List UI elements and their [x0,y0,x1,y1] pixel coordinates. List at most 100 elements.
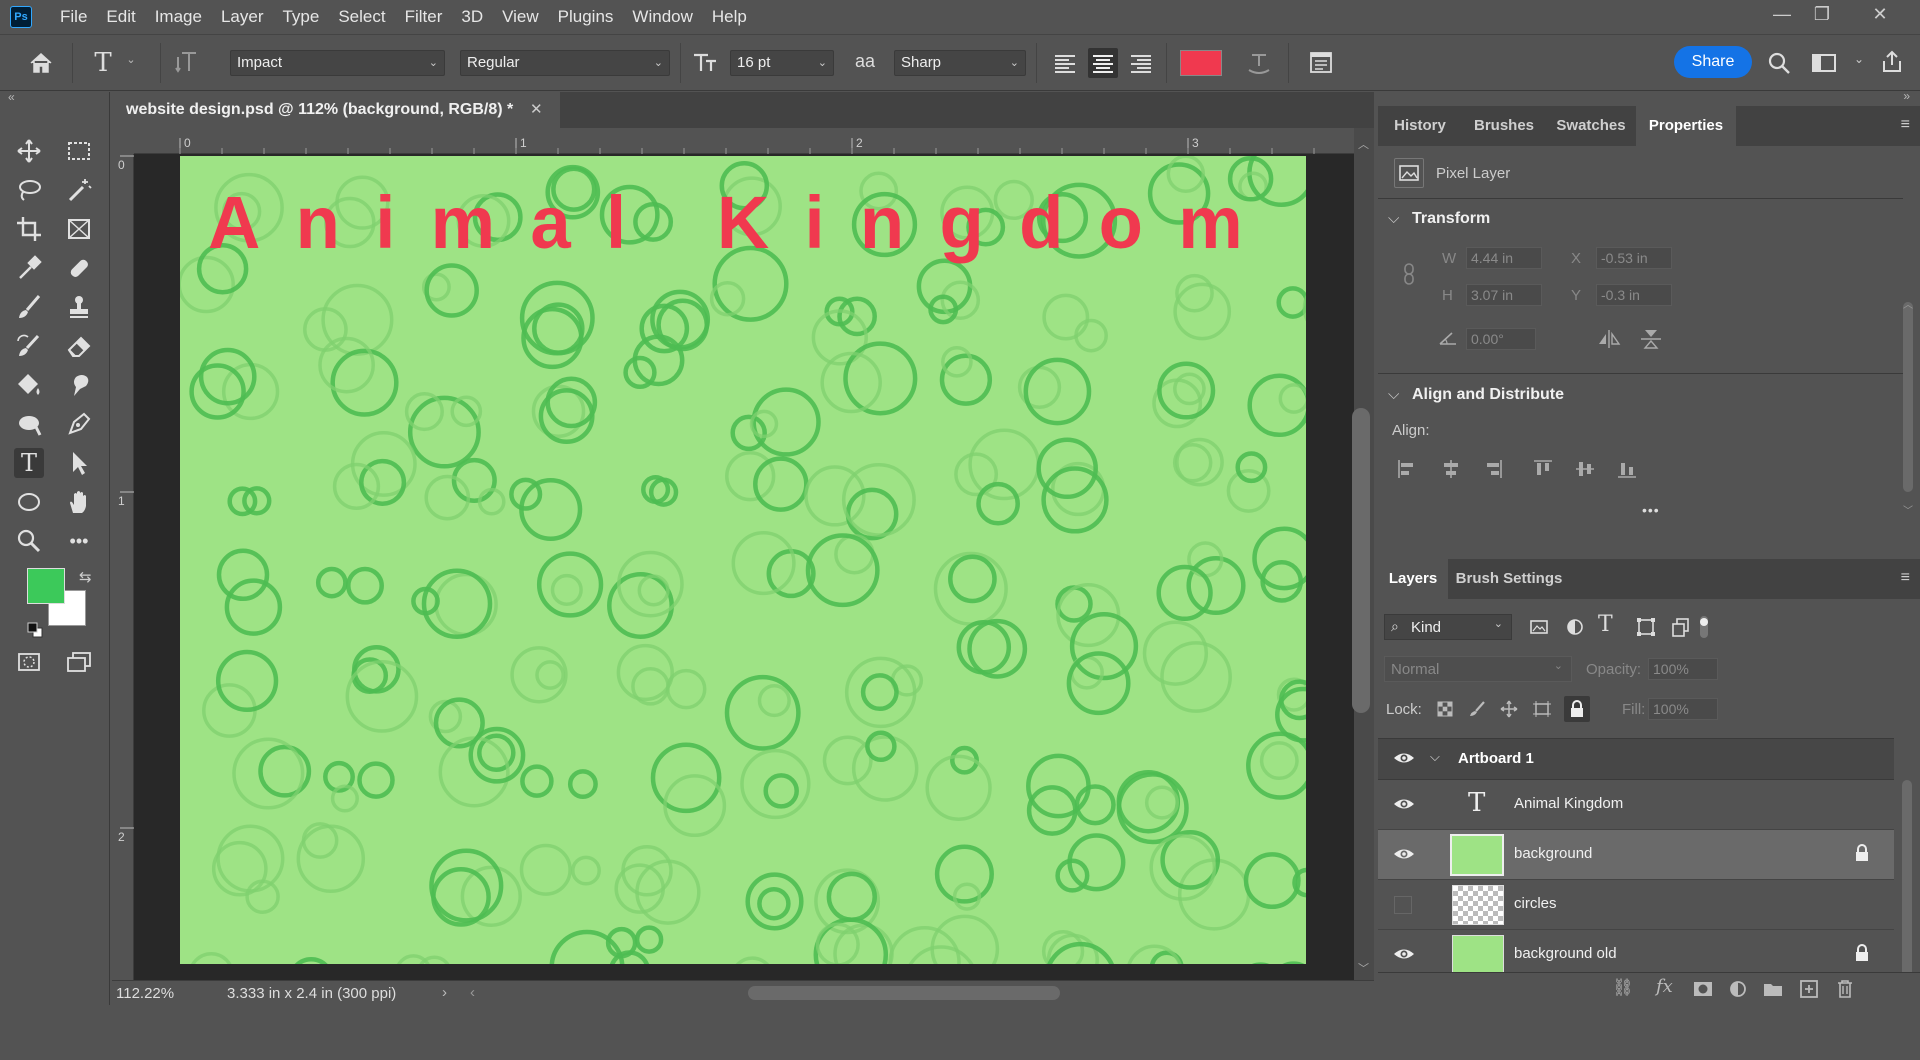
menu-file[interactable]: File [60,7,87,27]
menu-edit[interactable]: Edit [106,7,135,27]
swap-colors-icon[interactable]: ⇆ [79,568,92,586]
filter-type-icon[interactable]: T [1598,612,1620,638]
eye-icon[interactable] [1392,944,1416,964]
fx-icon[interactable]: fx [1656,976,1673,997]
font-family-select[interactable]: Impact⌄ [230,50,445,76]
layer-group-artboard[interactable]: ⌵ Artboard 1 [1378,738,1894,780]
flip-vertical-icon[interactable] [1638,328,1664,350]
flip-horizontal-icon[interactable] [1596,328,1622,350]
add-mask-icon[interactable] [1692,979,1714,999]
menu-view[interactable]: View [502,7,539,27]
filter-pixel-icon[interactable] [1528,616,1550,638]
angle-field[interactable]: 0.00° [1466,328,1536,350]
type-tool-icon[interactable]: T [14,448,44,478]
y-field[interactable]: -0.3 in [1596,284,1672,306]
x-field[interactable]: -0.53 in [1596,247,1672,269]
pen-tool-icon[interactable] [64,409,94,439]
lock-icon[interactable] [1854,944,1870,962]
lock-transparent-pixels-icon[interactable] [1436,700,1454,718]
link-layers-icon[interactable]: ⛓ [1612,978,1634,998]
more-options-icon[interactable]: ••• [1642,502,1660,518]
tab-layers[interactable]: Layers [1378,559,1448,599]
artboard-canvas[interactable]: Animal Kingdom [180,156,1306,964]
foreground-color-swatch[interactable] [27,568,65,604]
align-vertical-centers-icon[interactable] [1574,458,1596,480]
menu-plugins[interactable]: Plugins [558,7,614,27]
eye-icon[interactable] [1392,844,1416,864]
layers-scrollbar[interactable] [1896,740,1918,1060]
restore-button[interactable]: ❐ [1802,4,1842,28]
toggle-text-orientation-icon[interactable] [172,47,202,77]
opacity-field[interactable]: 100% [1648,658,1718,680]
chevron-down-icon[interactable]: ⌵ [1430,749,1440,765]
clone-stamp-tool-icon[interactable] [64,292,94,322]
text-color-swatch[interactable] [1180,50,1222,76]
path-selection-tool-icon[interactable] [64,448,94,478]
align-center-icon[interactable] [1088,48,1118,78]
panel-menu-icon[interactable]: ≡ [1901,116,1910,134]
align-right-icon[interactable] [1126,48,1156,78]
dodge-tool-icon[interactable] [14,409,44,439]
menu-3d[interactable]: 3D [461,7,483,27]
tab-history[interactable]: History [1378,106,1462,146]
search-icon[interactable] [1766,50,1792,76]
menu-type[interactable]: Type [282,7,319,27]
filter-toggle-icon[interactable] [1698,614,1710,640]
minimize-button[interactable]: — [1762,4,1802,28]
eye-icon[interactable] [1392,748,1416,768]
hand-tool-icon[interactable] [64,487,94,517]
horizontal-ruler[interactable]: 0 1 2 3 [134,128,1354,154]
lock-icon[interactable] [1854,844,1870,862]
menu-select[interactable]: Select [338,7,385,27]
eyedropper-tool-icon[interactable] [14,253,44,283]
chevron-down-icon[interactable]: ⌄ [124,53,138,66]
folder-icon[interactable] [1762,979,1784,999]
zoom-tool-icon[interactable] [14,526,44,556]
lock-artboard-icon[interactable] [1532,700,1552,718]
workspace-icon[interactable] [1810,50,1840,76]
menu-layer[interactable]: Layer [221,7,264,27]
more-tools-icon[interactable]: ••• [64,526,94,556]
vertical-scroll-thumb[interactable] [1352,408,1370,713]
scroll-down-icon[interactable]: ﹀ [1358,960,1369,976]
filter-shape-icon[interactable] [1635,616,1657,638]
lock-all-icon[interactable] [1564,696,1590,722]
font-size-select[interactable]: 16 pt⌄ [730,50,834,76]
width-field[interactable]: 4.44 in [1466,247,1542,269]
link-icon[interactable] [1402,262,1416,286]
align-left-icon[interactable] [1050,48,1080,78]
tab-brushes[interactable]: Brushes [1462,106,1546,146]
menu-filter[interactable]: Filter [405,7,443,27]
default-colors-icon[interactable] [27,622,43,638]
visibility-toggle-off[interactable] [1394,896,1412,914]
filter-adjustment-icon[interactable] [1564,616,1586,638]
chevron-down-icon[interactable]: ⌵ [1388,386,1399,403]
chevron-down-icon[interactable]: ⌄ [1852,52,1866,66]
tab-swatches[interactable]: Swatches [1546,106,1636,146]
chevron-right-icon[interactable]: › [442,984,447,1001]
ellipse-tool-icon[interactable] [14,487,44,517]
collapse-panel-icon[interactable]: « [8,90,15,104]
marquee-tool-icon[interactable] [64,136,94,166]
align-horizontal-centers-icon[interactable] [1440,458,1462,480]
horizontal-scroll-thumb[interactable] [748,986,1060,1000]
fill-field[interactable]: 100% [1648,698,1718,720]
menu-help[interactable]: Help [712,7,747,27]
move-tool-icon[interactable] [14,136,44,166]
warp-text-icon[interactable] [1244,48,1274,78]
align-top-edges-icon[interactable] [1532,458,1554,480]
tab-brush-settings[interactable]: Brush Settings [1448,559,1570,599]
vertical-ruler[interactable]: 0 1 2 [112,154,134,980]
menu-image[interactable]: Image [155,7,202,27]
filter-smart-object-icon[interactable] [1670,616,1692,638]
anti-alias-select[interactable]: Sharp⌄ [894,50,1026,76]
document-tab[interactable]: website design.psd @ 112% (background, R… [112,92,560,128]
layer-row-text[interactable]: T Animal Kingdom [1378,780,1894,830]
share-button[interactable]: Share [1674,46,1752,78]
eye-icon[interactable] [1392,794,1416,814]
layer-filter-select[interactable]: ⌕ Kind ⌄ [1384,614,1512,640]
blend-mode-select[interactable]: Normal ⌄ [1384,656,1572,682]
tab-properties[interactable]: Properties [1636,106,1736,146]
align-left-edges-icon[interactable] [1396,458,1418,480]
lock-image-pixels-icon[interactable] [1468,700,1486,718]
